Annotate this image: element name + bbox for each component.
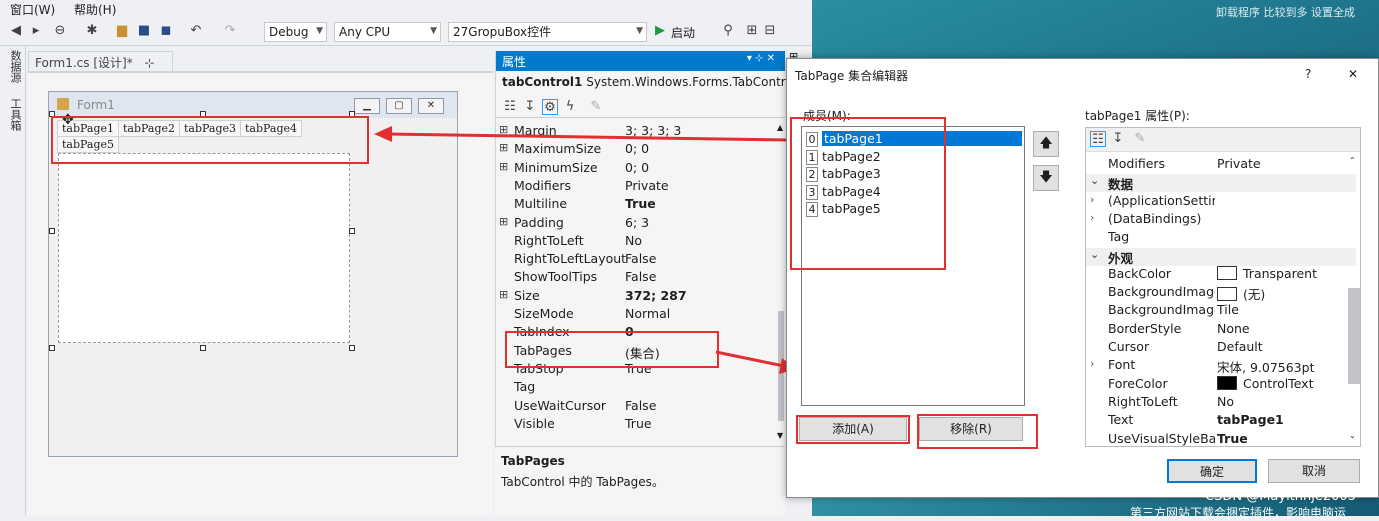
grid-value-text: Private	[1217, 156, 1261, 171]
grid-property-name: (ApplicationSettin	[1108, 192, 1215, 208]
grid-row[interactable]: › (DataBindings)	[1086, 211, 1356, 229]
grid-row[interactable]: BorderStyle None	[1086, 321, 1356, 339]
color-swatch	[1217, 287, 1237, 302]
color-swatch	[1217, 375, 1237, 390]
grid-value-text: Tile	[1217, 302, 1239, 318]
alphabetical-icon[interactable]: ↧	[1110, 131, 1126, 147]
expand-icon[interactable]: ⌄	[1090, 248, 1099, 261]
grid-value-text: 宋体, 9.07563pt	[1217, 360, 1315, 376]
grid-property-name: UseVisualStyleBac	[1108, 430, 1215, 446]
ok-button[interactable]: 确定	[1167, 459, 1257, 483]
grid-row[interactable]: BackColor Transparent	[1086, 265, 1356, 284]
grid-row[interactable]: Tag	[1086, 229, 1356, 247]
grid-row[interactable]: › (ApplicationSettin	[1086, 193, 1356, 211]
arrow-line	[385, 132, 791, 142]
grid-property-value[interactable]: Tile	[1217, 302, 1239, 317]
scroll-up-icon[interactable]: ⌃	[1349, 156, 1356, 165]
grid-property-value[interactable]: Transparent	[1217, 265, 1318, 281]
grid-value-text: No	[1217, 393, 1234, 409]
grid-property-value[interactable]: 宋体, 9.07563pt	[1217, 357, 1314, 376]
grid-property-name: Modifiers	[1108, 156, 1166, 171]
move-down-button[interactable]: 🡇	[1033, 165, 1059, 191]
grid-property-name: 外观	[1108, 250, 1134, 266]
color-swatch	[1217, 265, 1237, 280]
tabpage-property-grid: ☷ ↧ ✎ Modifiers Private ⌄ 数据 › (ApplicationSe…	[1085, 127, 1361, 447]
grid-property-name: ForeColor	[1108, 375, 1168, 391]
highlight-box-add	[796, 415, 910, 444]
grid-property-value[interactable]: Private	[1217, 156, 1261, 171]
grid-property-name: RightToLeft	[1108, 393, 1178, 409]
grid-property-value[interactable]: (无)	[1217, 284, 1265, 303]
wrench-icon[interactable]: ✎	[1132, 131, 1148, 147]
grid-property-name: BorderStyle	[1108, 320, 1182, 336]
arrow-down-icon: 🡇	[1039, 170, 1053, 185]
grid-value-text: True	[1217, 430, 1248, 446]
expand-icon[interactable]: ›	[1090, 193, 1094, 206]
categorized-icon[interactable]: ☷	[1090, 131, 1106, 147]
expand-icon[interactable]: ›	[1090, 357, 1094, 370]
grid-value-text: (无)	[1243, 287, 1266, 303]
grid-row[interactable]: BackgroundImage (无)	[1086, 284, 1356, 302]
grid-toolbar: ☷ ↧ ✎	[1086, 128, 1360, 152]
dialog-title: TabPage 集合编辑器	[795, 69, 909, 83]
grid-property-name: BackColor	[1108, 265, 1171, 281]
grid-row[interactable]: Modifiers Private	[1086, 156, 1356, 174]
scrollbar-thumb[interactable]	[1348, 288, 1360, 384]
grid-row[interactable]: ForeColor ControlText	[1086, 375, 1356, 394]
grid-row[interactable]: Cursor Default	[1086, 339, 1356, 357]
grid-property-name: (DataBindings)	[1108, 210, 1202, 226]
grid-category[interactable]: ⌄ 数据	[1086, 174, 1356, 193]
grid-row[interactable]: › Font 宋体, 9.07563pt	[1086, 357, 1356, 375]
grid-row[interactable]: Text tabPage1	[1086, 412, 1356, 430]
desktop-bottom-text: 第三方网站下载会捆定插件，影响电脑运	[1130, 506, 1347, 520]
move-up-button[interactable]: 🡅	[1033, 131, 1059, 157]
grid-property-value[interactable]: tabPage1	[1217, 412, 1284, 427]
cancel-button[interactable]: 取消	[1268, 459, 1360, 483]
grid-value-text: tabPage1	[1217, 412, 1284, 428]
watermark: CSDN @Mayitnhje2003	[1205, 489, 1356, 504]
help-button[interactable]: ?	[1305, 67, 1311, 81]
grid-property-name: BackgroundImage	[1108, 302, 1215, 318]
grid-property-value[interactable]: None	[1217, 321, 1250, 336]
arrow-up-icon: 🡅	[1039, 136, 1053, 151]
grid-property-value[interactable]: ControlText	[1217, 375, 1314, 391]
grid-property-value[interactable]: No	[1217, 394, 1234, 409]
grid-property-name: BackgroundImage	[1108, 284, 1215, 300]
expand-icon[interactable]: ›	[1090, 211, 1094, 224]
highlight-box-members	[790, 117, 946, 270]
expand-icon[interactable]: ⌄	[1090, 174, 1099, 187]
grid-property-name: 数据	[1108, 177, 1134, 193]
grid-value-text: Transparent	[1243, 265, 1318, 281]
grid-row[interactable]: BackgroundImage Tile	[1086, 302, 1356, 320]
grid-value-text: None	[1217, 320, 1250, 336]
arrowhead	[374, 126, 392, 142]
close-button[interactable]: ✕	[1348, 67, 1358, 81]
grid-row[interactable]: UseVisualStyleBac True	[1086, 431, 1356, 449]
grid-category[interactable]: ⌄ 外观	[1086, 247, 1356, 266]
arrow-line	[715, 350, 785, 368]
scroll-down-icon[interactable]: ⌄	[1349, 431, 1356, 440]
grid-property-value[interactable]: Default	[1217, 339, 1263, 354]
grid-property-name: Cursor	[1108, 339, 1150, 354]
grid-property-name: Text	[1108, 412, 1134, 428]
grid-property-value[interactable]: True	[1217, 431, 1248, 446]
grid-property-name: Font	[1108, 357, 1136, 373]
grid-property-name: Tag	[1108, 229, 1130, 245]
grid-value-text: ControlText	[1243, 375, 1314, 391]
highlight-box-remove	[917, 414, 1038, 449]
grid-value-text: Default	[1217, 339, 1263, 354]
grid-row[interactable]: RightToLeft No	[1086, 394, 1356, 412]
collection-editor-dialog: TabPage 集合编辑器 ? ✕ 成员(M): 0 tabPage1 1 tabPa…	[786, 58, 1379, 498]
properties-label: tabPage1 属性(P):	[1085, 109, 1190, 123]
